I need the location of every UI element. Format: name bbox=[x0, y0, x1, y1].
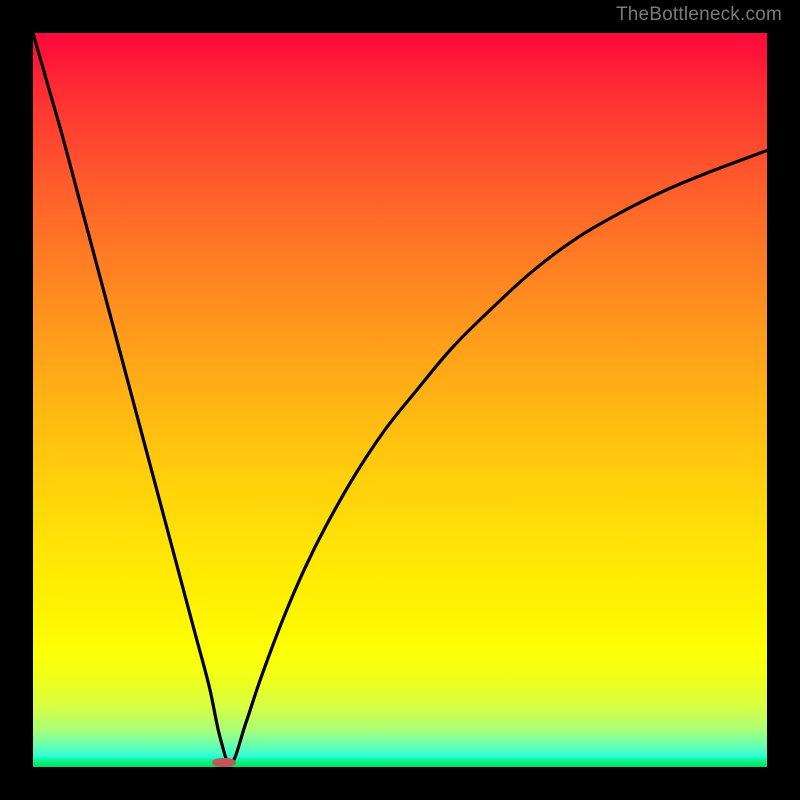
chart-frame: TheBottleneck.com bbox=[0, 0, 800, 800]
optimal-point-marker bbox=[212, 758, 235, 767]
plot-area bbox=[33, 33, 767, 767]
watermark-text: TheBottleneck.com bbox=[616, 4, 782, 26]
bottleneck-curve bbox=[33, 33, 767, 767]
